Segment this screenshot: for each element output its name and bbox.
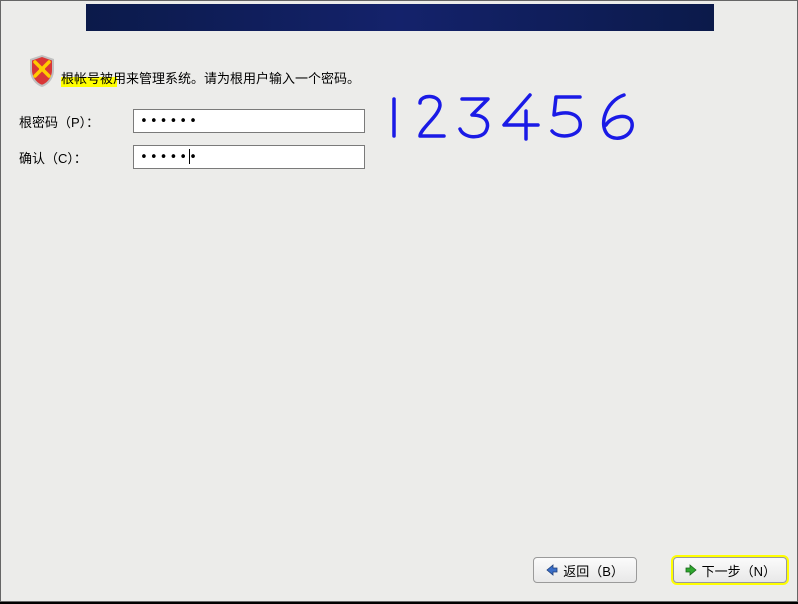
installer-window: 根帐号被用来管理系统。请为根用户输入一个密码。 根密码（P）： 确认（C）： xyxy=(0,0,798,602)
next-button-label: 下一步（N） xyxy=(702,561,776,580)
confirm-label: 确认（C）： xyxy=(19,148,133,167)
confirm-row: 确认（C）： xyxy=(19,145,365,169)
footer-nav: 返回（B） 下一步（N） xyxy=(533,557,787,583)
header-bar xyxy=(86,4,714,31)
back-button-label: 返回（B） xyxy=(563,561,624,580)
password-label: 根密码（P）： xyxy=(19,112,133,131)
confirm-password-input[interactable] xyxy=(133,145,365,169)
shield-icon xyxy=(28,54,56,88)
arrow-left-icon xyxy=(545,563,559,577)
password-row: 根密码（P）： xyxy=(19,109,365,133)
root-password-input[interactable] xyxy=(133,109,365,133)
next-button[interactable]: 下一步（N） xyxy=(673,557,787,583)
back-button[interactable]: 返回（B） xyxy=(533,557,637,583)
intro-text: 根帐号被用来管理系统。请为根用户输入一个密码。 xyxy=(61,68,360,87)
arrow-right-icon xyxy=(684,563,698,577)
handwriting-annotation xyxy=(376,81,676,151)
